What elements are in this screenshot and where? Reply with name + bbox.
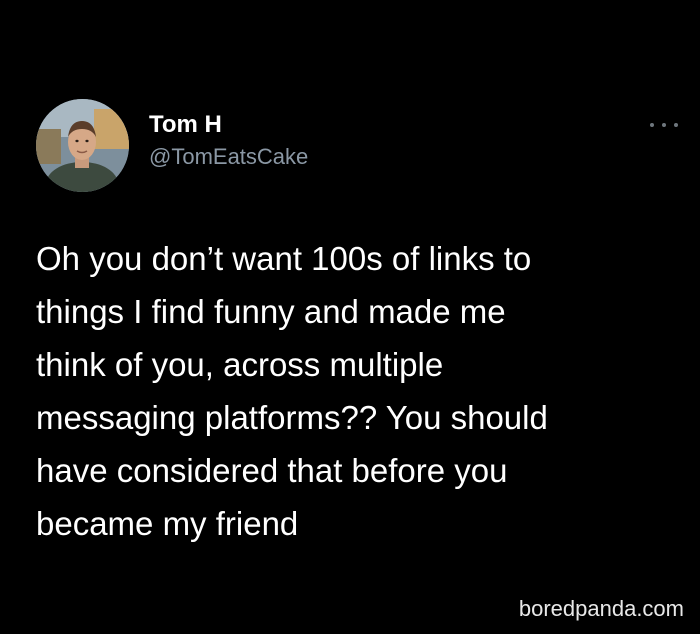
more-dot [674, 123, 678, 127]
more-options-icon[interactable] [650, 118, 678, 132]
tweet-card: Tom H @TomEatsCake Oh you don’t want 100… [0, 0, 700, 634]
more-dot [662, 123, 666, 127]
source-watermark: boredpanda.com [518, 596, 684, 621]
author-handle[interactable]: @TomEatsCake [149, 144, 308, 170]
profile-photo-icon [36, 99, 129, 192]
author-display-name[interactable]: Tom H [149, 111, 222, 139]
tweet-body-text: Oh you don’t want 100s of links to thing… [36, 240, 548, 542]
avatar[interactable] [36, 99, 129, 192]
more-dot [650, 123, 654, 127]
